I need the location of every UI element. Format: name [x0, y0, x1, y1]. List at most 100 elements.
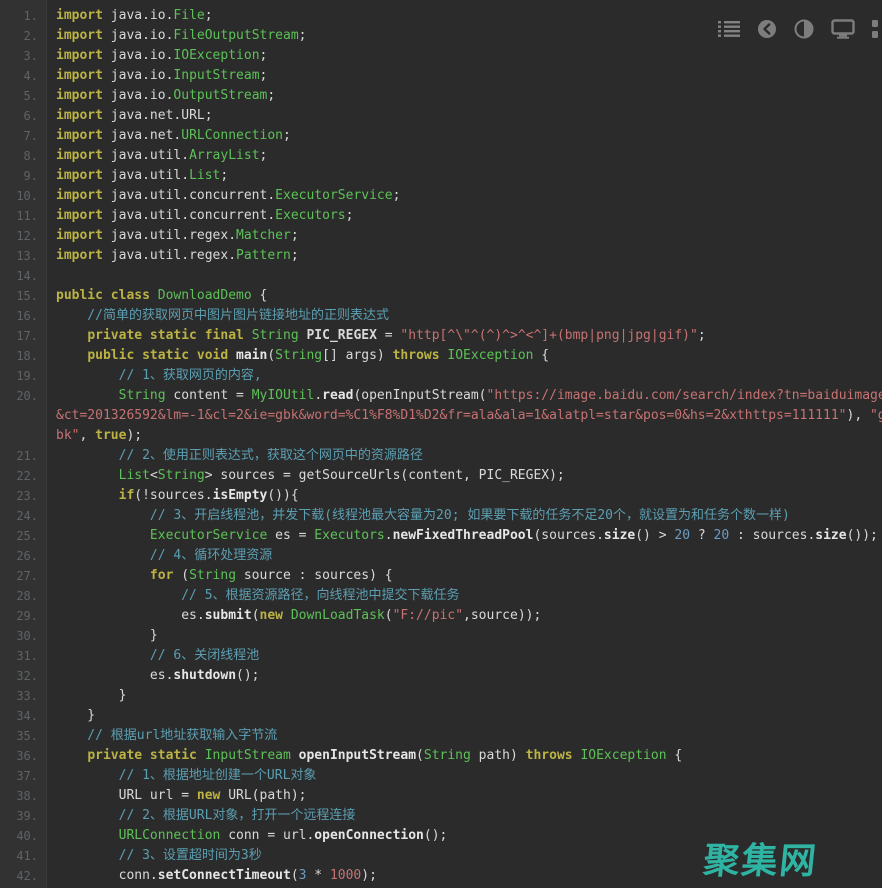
code-line: 29. es.submit(new DownLoadTask("F://pic"… — [0, 606, 882, 626]
line-number: 33. — [0, 686, 46, 706]
code-line: 3.import java.io.IOException; — [0, 46, 882, 66]
code-line: 36. private static InputStream openInput… — [0, 746, 882, 766]
code-text: import java.net.URL; — [46, 106, 882, 126]
watermark: 聚集网 — [701, 832, 820, 884]
code-line: 15.public class DownloadDemo { — [0, 286, 882, 306]
line-number: 15. — [0, 286, 46, 306]
line-number: 2. — [0, 26, 46, 46]
list-icon[interactable] — [718, 18, 740, 40]
code-line: 20. String content = MyIOUtil.read(openI… — [0, 386, 882, 406]
line-number: 24. — [0, 506, 46, 526]
code-line: 6.import java.net.URL; — [0, 106, 882, 126]
code-line: 33. } — [0, 686, 882, 706]
code-text: import java.io.IOException; — [46, 46, 882, 66]
line-number — [0, 406, 46, 426]
code-text: private static final String PIC_REGEX = … — [46, 326, 882, 346]
line-number: 13. — [0, 246, 46, 266]
code-text: List<String> sources = getSourceUrls(con… — [46, 466, 882, 486]
line-number: 38. — [0, 786, 46, 806]
code-text: // 4、循环处理资源 — [46, 546, 882, 566]
code-line: 18. public static void main(String[] arg… — [0, 346, 882, 366]
code-text: import java.io.InputStream; — [46, 66, 882, 86]
code-text: public class DownloadDemo { — [46, 286, 882, 306]
code-line: 17. private static final String PIC_REGE… — [0, 326, 882, 346]
line-number: 14. — [0, 266, 46, 286]
line-number: 3. — [0, 46, 46, 66]
line-number: 5. — [0, 86, 46, 106]
line-number: 8. — [0, 146, 46, 166]
code-text: for (String source : sources) { — [46, 566, 882, 586]
code-text: // 2、根据URL对象，打开一个远程连接 — [46, 806, 882, 826]
code-text: import java.util.ArrayList; — [46, 146, 882, 166]
line-number: 39. — [0, 806, 46, 826]
code-text: import java.util.concurrent.Executors; — [46, 206, 882, 226]
line-number: 36. — [0, 746, 46, 766]
code-text: } — [46, 626, 882, 646]
code-text: // 根据url地址获取输入字节流 — [46, 726, 882, 746]
line-number: 20. — [0, 386, 46, 406]
code-area: 1.import java.io.File;2.import java.io.F… — [0, 0, 882, 886]
code-text: import java.util.regex.Matcher; — [46, 226, 882, 246]
line-number: 30. — [0, 626, 46, 646]
code-text: // 2、使用正则表达式，获取这个网页中的资源路径 — [46, 446, 882, 466]
monitor-icon[interactable] — [831, 18, 855, 40]
code-text: es.shutdown(); — [46, 666, 882, 686]
code-text: bk", true); — [46, 426, 882, 446]
line-number: 17. — [0, 326, 46, 346]
line-number: 12. — [0, 226, 46, 246]
code-line: 24. // 3、开启线程池，并发下载(线程池最大容量为20; 如果要下载的任务… — [0, 506, 882, 526]
line-number: 16. — [0, 306, 46, 326]
code-line: 5.import java.io.OutputStream; — [0, 86, 882, 106]
code-text — [46, 266, 882, 286]
back-circle-icon[interactable] — [757, 18, 777, 40]
code-text: } — [46, 686, 882, 706]
line-number: 40. — [0, 826, 46, 846]
code-line: bk", true); — [0, 426, 882, 446]
clipped-edge-icon[interactable] — [872, 18, 882, 40]
line-number: 26. — [0, 546, 46, 566]
code-line: 37. // 1、根据地址创建一个URL对象 — [0, 766, 882, 786]
line-number: 27. — [0, 566, 46, 586]
line-number: 11. — [0, 206, 46, 226]
code-line: 30. } — [0, 626, 882, 646]
code-line: 23. if(!sources.isEmpty()){ — [0, 486, 882, 506]
code-line: 10.import java.util.concurrent.ExecutorS… — [0, 186, 882, 206]
code-text: public static void main(String[] args) t… — [46, 346, 882, 366]
code-text: // 3、开启线程池，并发下载(线程池最大容量为20; 如果要下载的任务不足20… — [46, 506, 882, 526]
contrast-icon[interactable] — [794, 18, 814, 40]
code-line: 35. // 根据url地址获取输入字节流 — [0, 726, 882, 746]
line-number: 10. — [0, 186, 46, 206]
code-text: import java.net.URLConnection; — [46, 126, 882, 146]
toolbar — [718, 18, 882, 40]
code-text: private static InputStream openInputStre… — [46, 746, 882, 766]
line-number: 23. — [0, 486, 46, 506]
line-number: 19. — [0, 366, 46, 386]
code-line: 12.import java.util.regex.Matcher; — [0, 226, 882, 246]
code-text: String content = MyIOUtil.read(openInput… — [46, 386, 882, 406]
code-line: 16. //简单的获取网页中图片图片链接地址的正则表达式 — [0, 306, 882, 326]
code-line: 25. ExecutorService es = Executors.newFi… — [0, 526, 882, 546]
code-line: 11.import java.util.concurrent.Executors… — [0, 206, 882, 226]
code-text: // 5、根据资源路径，向线程池中提交下载任务 — [46, 586, 882, 606]
code-line: 34. } — [0, 706, 882, 726]
code-line: 7.import java.net.URLConnection; — [0, 126, 882, 146]
code-text: import java.util.concurrent.ExecutorServ… — [46, 186, 882, 206]
line-number: 35. — [0, 726, 46, 746]
line-number: 37. — [0, 766, 46, 786]
code-line: 31. // 6、关闭线程池 — [0, 646, 882, 666]
line-number: 22. — [0, 466, 46, 486]
code-line: 8.import java.util.ArrayList; — [0, 146, 882, 166]
line-number: 28. — [0, 586, 46, 606]
line-number: 41. — [0, 846, 46, 866]
code-text: import java.util.regex.Pattern; — [46, 246, 882, 266]
line-number: 34. — [0, 706, 46, 726]
line-number: 7. — [0, 126, 46, 146]
code-text: //简单的获取网页中图片图片链接地址的正则表达式 — [46, 306, 882, 326]
line-number: 21. — [0, 446, 46, 466]
code-text: // 6、关闭线程池 — [46, 646, 882, 666]
code-line: 19. // 1、获取网页的内容, — [0, 366, 882, 386]
line-number: 6. — [0, 106, 46, 126]
line-number: 42. — [0, 866, 46, 886]
code-line: &ct=201326592&lm=-1&cl=2&ie=gbk&word=%C1… — [0, 406, 882, 426]
line-number: 18. — [0, 346, 46, 366]
